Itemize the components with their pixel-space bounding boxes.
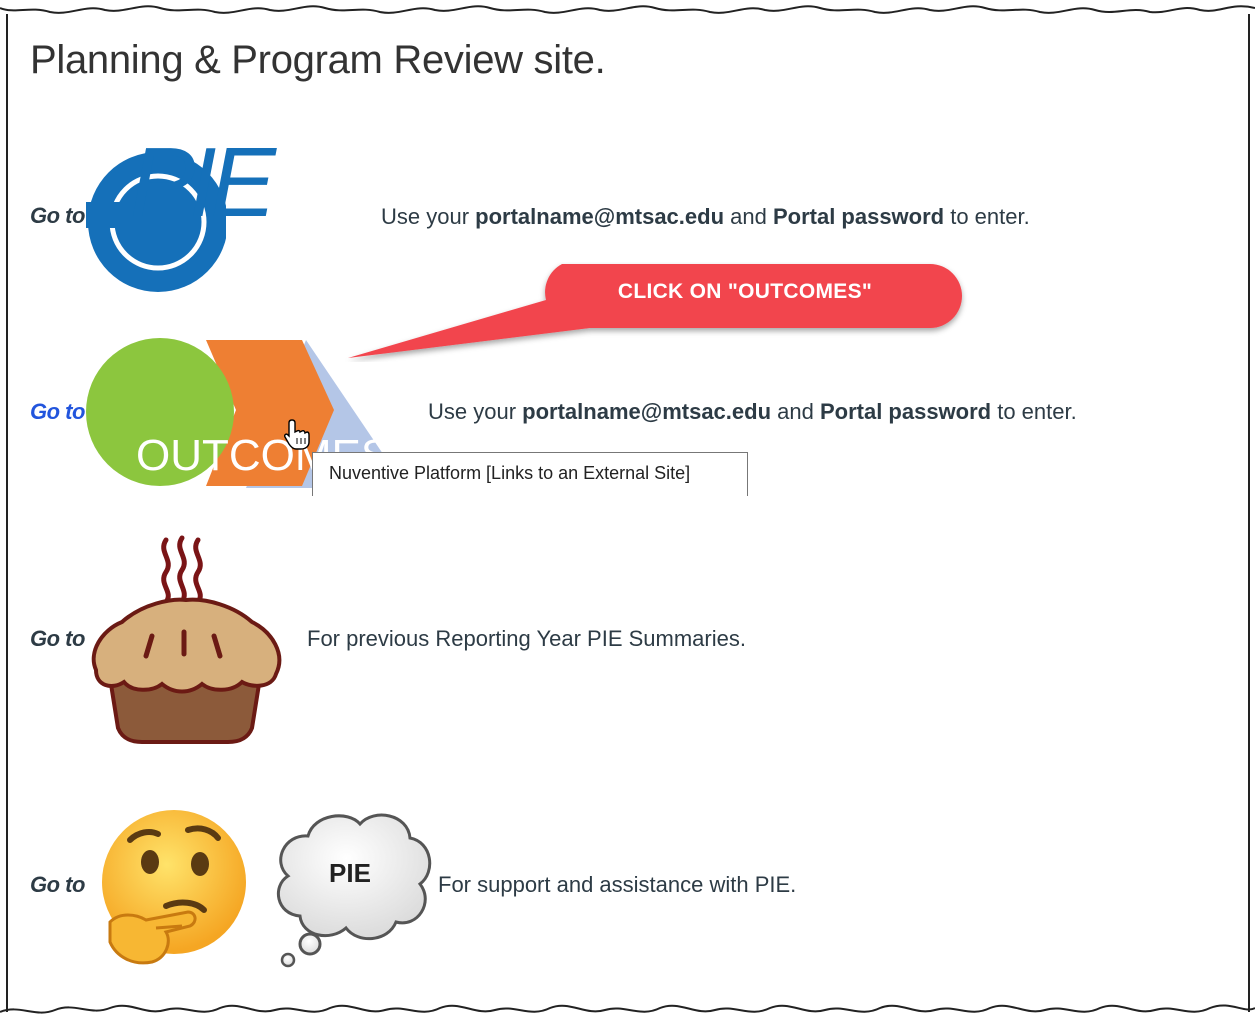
torn-edge-bottom bbox=[0, 1004, 1255, 1014]
callout-bubble bbox=[348, 264, 962, 358]
page-edge-left bbox=[6, 14, 8, 1012]
page-edge-right bbox=[1248, 14, 1250, 1012]
goto-pie-label[interactable]: Go to bbox=[30, 203, 85, 229]
hand-pointer-icon bbox=[284, 419, 310, 450]
pie-logo-icon[interactable]: PIE bbox=[86, 142, 286, 292]
summaries-description: For previous Reporting Year PIE Summarie… bbox=[307, 626, 746, 651]
cloud-text: PIE bbox=[329, 858, 371, 888]
goto-summaries-label[interactable]: Go to bbox=[30, 626, 85, 652]
goto-support-label[interactable]: Go to bbox=[30, 872, 85, 898]
outcomes-instructions: Use your portalname@mtsac.edu and Portal… bbox=[428, 399, 1077, 424]
torn-edge-top bbox=[0, 0, 1255, 14]
pie-instructions: Use your portalname@mtsac.edu and Portal… bbox=[381, 204, 1030, 229]
link-tooltip: Nuventive Platform [Links to an External… bbox=[312, 452, 748, 496]
callout-label: CLICK ON "OUTCOMES" bbox=[617, 280, 873, 303]
pie-logo-text: PIE bbox=[130, 142, 278, 237]
pie-dessert-icon[interactable] bbox=[82, 532, 288, 746]
page-title: Planning & Program Review site. bbox=[30, 38, 606, 82]
thought-cloud-icon[interactable]: PIE bbox=[268, 806, 436, 968]
support-description: For support and assistance with PIE. bbox=[438, 872, 797, 897]
thinking-face-icon[interactable] bbox=[96, 802, 248, 970]
goto-outcomes-link[interactable]: Go to bbox=[30, 399, 85, 425]
